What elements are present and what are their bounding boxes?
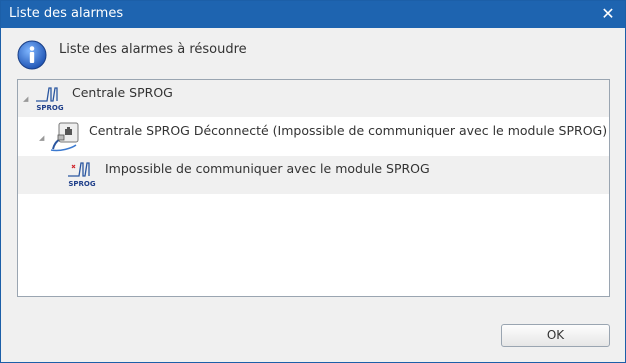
svg-text:SPROG: SPROG — [68, 180, 96, 188]
ok-button[interactable]: OK — [501, 324, 610, 347]
sprog-error-icon: SPROG — [68, 162, 96, 188]
disconnected-plug-icon — [50, 122, 79, 152]
svg-text:SPROG: SPROG — [36, 104, 64, 112]
tree-row-disconnected[interactable]: ◢ Centrale SPROG Déconnecté (Impossible … — [18, 117, 609, 156]
tree-item-label: Centrale SPROG Déconnecté (Impossible de… — [89, 123, 608, 138]
tree-row-alarm[interactable]: SPROG Impossible de communiquer avec le … — [18, 156, 609, 194]
tree-item-label: Impossible de communiquer avec le module… — [105, 161, 430, 176]
expand-arrow-icon[interactable]: ◢ — [23, 95, 28, 103]
title-bar: Liste des alarmes ✕ — [1, 1, 625, 28]
window-title: Liste des alarmes — [9, 6, 124, 21]
expand-arrow-icon[interactable]: ◢ — [39, 134, 44, 142]
tree-row-sprog[interactable]: ◢ SPROG Centrale SPROG — [18, 80, 609, 117]
tree-item-label: Centrale SPROG — [72, 85, 173, 100]
alarm-tree[interactable]: ◢ SPROG Centrale SPROG ◢ Centrale SPROG … — [17, 79, 610, 297]
close-icon[interactable]: ✕ — [599, 4, 617, 24]
sprog-logo-icon: SPROG — [36, 87, 64, 112]
header-message: Liste des alarmes à résoudre — [59, 42, 247, 57]
alarm-dialog: Liste des alarmes ✕ Liste des alarmes à … — [0, 0, 626, 363]
info-icon — [17, 40, 47, 70]
